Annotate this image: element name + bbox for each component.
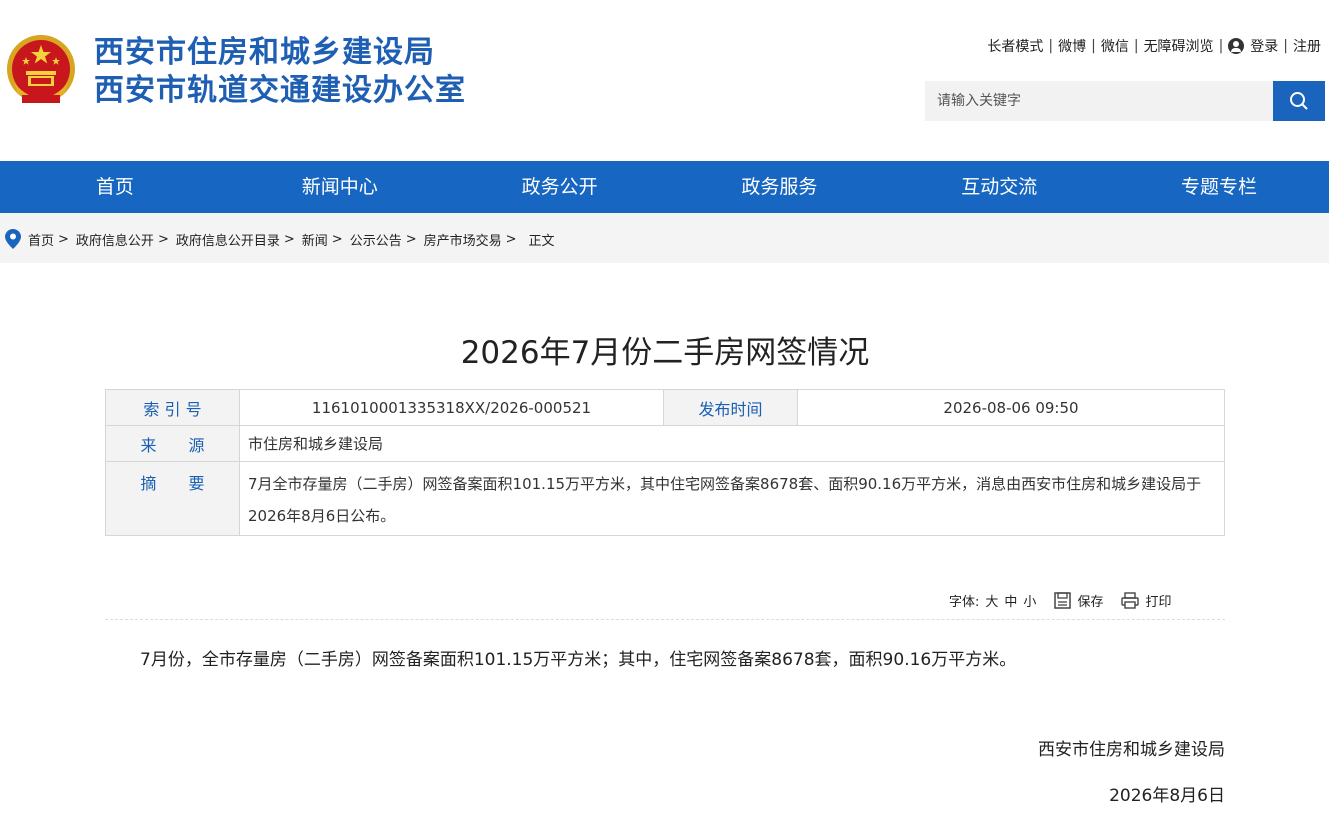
printer-icon	[1121, 592, 1140, 609]
article-date: 2026年8月6日	[1109, 786, 1225, 806]
accessible-browse-link[interactable]: 无障碍浏览	[1144, 36, 1214, 56]
nav-item-gov-affairs-open[interactable]: 政务公开	[450, 161, 670, 213]
publish-time-value: 2026-08-06 09:50	[797, 389, 1225, 426]
breadcrumb: 首页 > 政府信息公开 > 政府信息公开目录 > 新闻 > 公示公告 > 房产市场交易 > …	[5, 229, 555, 249]
search-button[interactable]	[1273, 81, 1325, 121]
breadcrumb-separator: >	[331, 231, 343, 247]
print-button[interactable]: 打印	[1121, 591, 1171, 610]
breadcrumb-gov-info-open[interactable]: 政府信息公开	[76, 230, 154, 249]
separator: |	[1283, 38, 1288, 54]
article-title: 2026年7月份二手房网签情况	[460, 335, 870, 371]
article-meta-table: 索 引 号 1161010001335318XX/2026-000521 发布时…	[105, 389, 1225, 536]
nav-item-special-topics[interactable]: 专题专栏	[1109, 161, 1329, 213]
meta-row: 来 源 市住房和城乡建设局	[105, 425, 1225, 462]
separator: |	[1048, 38, 1054, 54]
breadcrumb-current: 正文	[528, 233, 555, 249]
login-link[interactable]: 登录	[1250, 36, 1278, 56]
nav-item-interaction[interactable]: 互动交流	[889, 161, 1109, 213]
breadcrumb-separator: >	[505, 231, 517, 247]
article-signature: 西安市住房和城乡建设局	[1038, 740, 1225, 760]
site-title: 西安市住房和城乡建设局 西安市轨道交通建设办公室	[94, 34, 466, 110]
weibo-link[interactable]: 微博	[1058, 36, 1086, 56]
font-size-medium[interactable]: 中	[1004, 591, 1017, 610]
font-size-large[interactable]: 大	[985, 591, 998, 610]
source-label: 来 源	[105, 425, 240, 462]
separator: |	[1218, 38, 1224, 54]
article-body: 7月份，全市存量房（二手房）网签备案面积101.15万平方米；其中，住宅网签备案…	[140, 650, 1017, 670]
search-icon	[1290, 92, 1308, 110]
index-value: 1161010001335318XX/2026-000521	[239, 389, 664, 426]
index-label: 索 引 号	[105, 389, 240, 426]
meta-row: 索 引 号 1161010001335318XX/2026-000521 发布时…	[105, 389, 1225, 426]
nav-item-news[interactable]: 新闻中心	[230, 161, 450, 213]
meta-row: 摘 要 7月全市存量房（二手房）网签备案面积101.15万平方米，其中住宅网签备…	[105, 461, 1225, 536]
site-title-line1: 西安市住房和城乡建设局	[94, 35, 435, 70]
breadcrumb-announcements[interactable]: 公示公告	[350, 230, 402, 249]
national-emblem-icon	[7, 35, 75, 103]
register-link[interactable]: 注册	[1293, 36, 1321, 56]
breadcrumb-news[interactable]: 新闻	[302, 230, 328, 249]
top-links: 长者模式 | 微博 | 微信 | 无障碍浏览 | 登录 | 注册	[987, 35, 1321, 57]
font-size-label: 字体:	[949, 595, 980, 610]
breadcrumb-bar: 首页 > 政府信息公开 > 政府信息公开目录 > 新闻 > 公示公告 > 房产市场交易 > …	[0, 213, 1329, 263]
location-pin-icon	[5, 229, 21, 249]
site-header: 西安市住房和城乡建设局 西安市轨道交通建设办公室 长者模式 | 微博 | 微信 …	[0, 0, 1329, 161]
breadcrumb-property-trading[interactable]: 房产市场交易	[424, 230, 502, 249]
divider	[105, 619, 1225, 620]
breadcrumb-home[interactable]: 首页	[28, 230, 54, 249]
separator: |	[1091, 38, 1096, 54]
breadcrumb-separator: >	[58, 231, 69, 247]
user-icon	[1228, 38, 1245, 54]
breadcrumb-separator: >	[405, 231, 417, 247]
save-icon	[1054, 592, 1072, 609]
separator: |	[1133, 38, 1139, 54]
breadcrumb-separator: >	[157, 231, 169, 247]
breadcrumb-gov-info-catalog[interactable]: 政府信息公开目录	[176, 230, 280, 249]
main-nav: 首页 新闻中心 政务公开 政务服务 互动交流 专题专栏	[0, 161, 1329, 213]
nav-item-home[interactable]: 首页	[0, 161, 230, 213]
print-label: 打印	[1145, 595, 1172, 610]
publish-time-label: 发布时间	[663, 389, 798, 426]
elder-mode-link[interactable]: 长者模式	[987, 36, 1043, 56]
site-title-line2: 西安市轨道交通建设办公室	[94, 73, 466, 108]
save-label: 保存	[1077, 595, 1104, 610]
font-size-small[interactable]: 小	[1023, 591, 1036, 610]
nav-item-gov-services[interactable]: 政务服务	[669, 161, 889, 213]
breadcrumb-separator: >	[283, 231, 295, 247]
source-value: 市住房和城乡建设局	[239, 425, 1225, 462]
search-box	[925, 81, 1325, 121]
search-input[interactable]	[925, 81, 1273, 121]
wechat-link[interactable]: 微信	[1101, 36, 1129, 56]
abstract-label: 摘 要	[105, 461, 240, 536]
save-button[interactable]: 保存	[1054, 591, 1103, 610]
article-tools: 字体: 大 中 小 保存 打印	[949, 591, 1171, 610]
abstract-value: 7月全市存量房（二手房）网签备案面积101.15万平方米，其中住宅网签备案867…	[239, 461, 1225, 536]
article-panel: 2026年7月份二手房网签情况 索 引 号 1161010001335318XX…	[5, 263, 1325, 829]
